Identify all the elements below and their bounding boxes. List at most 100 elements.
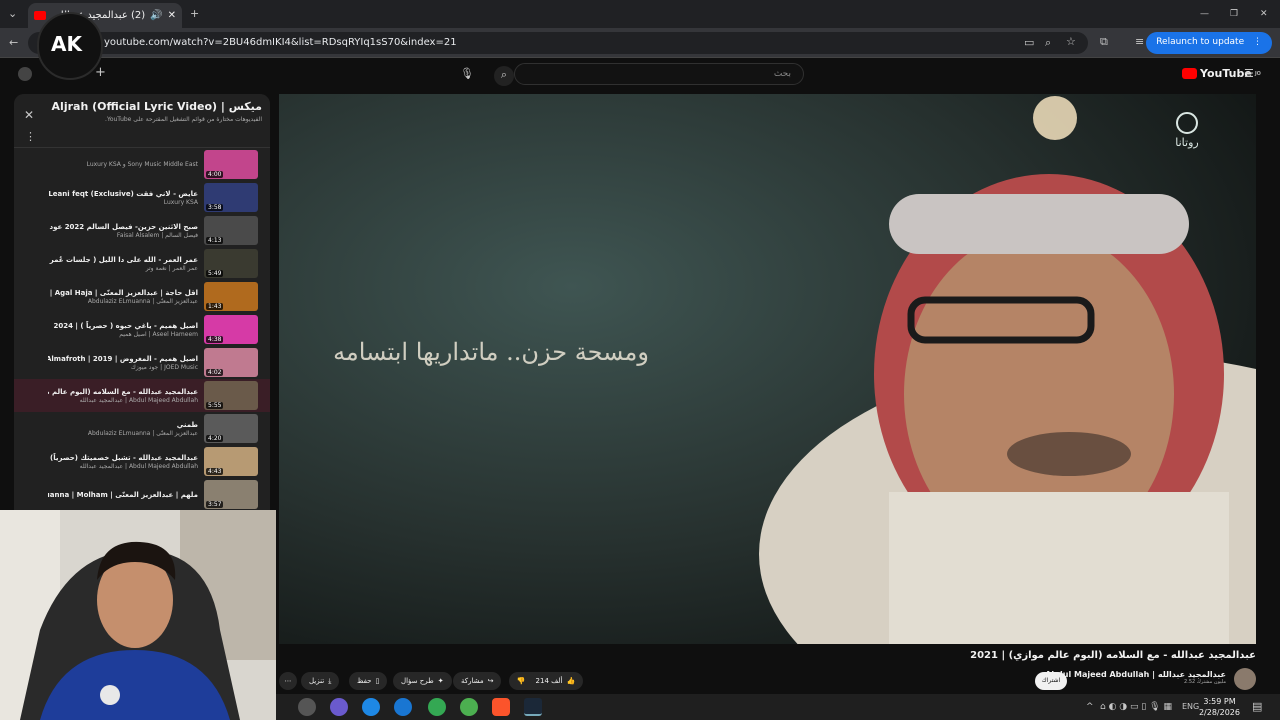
zoom-icon[interactable]: ⌕ [1045, 36, 1051, 50]
playlist-item[interactable]: عمر العمر - الله على دا الليل ( جلسات عُ… [14, 247, 270, 280]
playlist-item-thumbnail[interactable]: 4:13 [204, 216, 258, 245]
new-tab-icon[interactable]: + [190, 7, 199, 21]
playlist-item-title: عايض - لاني فقت Ayed - Leani feqt (Exclu… [48, 190, 198, 198]
microphone-icon[interactable]: 🎙 [460, 67, 474, 81]
playlist-item-thumbnail[interactable]: 4:38 [204, 315, 258, 344]
tray-icons[interactable]: ⌂ ◐ ◑ ▭ ▯ 🎙 ▦ [1100, 700, 1172, 714]
playlist-item-thumbnail[interactable]: 4:43 [204, 447, 258, 476]
playlist-item-duration: 4:13 [206, 237, 224, 244]
maximize-icon[interactable]: ❐ [1230, 7, 1238, 21]
app-icon-2[interactable] [330, 698, 348, 716]
search-input[interactable]: بحث [514, 63, 804, 85]
search-icon[interactable]: ⌕ [494, 66, 514, 86]
ask-button[interactable]: طرح سؤال ✦ [393, 672, 452, 690]
more-horizontal-icon: ⋯ [284, 677, 292, 685]
channel-info[interactable]: Abdul Majeed Abdullah | عبدالمجيد عبدالل… [1045, 670, 1226, 685]
clock[interactable]: 3:59 PM 2/28/2026 [1199, 696, 1240, 718]
save-button[interactable]: حفظ ▯ [349, 672, 388, 690]
playlist-item[interactable]: طمني عبدالعزيز المعنّى | Abdulaziz ELmuan… [14, 412, 270, 445]
url-bar[interactable]: youtube.com/watch?v=2BU46dmIKI4&list=RDs… [28, 32, 1088, 54]
playlist-item-meta: طمني عبدالعزيز المعنّى | Abdulaziz ELmuan… [48, 420, 204, 437]
save-label: حفظ [357, 677, 372, 685]
tab-search-icon[interactable]: ⌄ [8, 7, 17, 21]
playlist-item[interactable]: Sony Music Middle East و Luxury KSA 4:00 [14, 148, 270, 181]
app-icon-3[interactable] [362, 698, 380, 716]
window-close-icon[interactable]: ✕ [1260, 7, 1268, 21]
speaker-icon[interactable]: 🔊 [150, 10, 162, 21]
playlist-item[interactable]: اصيل هميم - المغروض | 2019 | Aseel Hamee… [14, 346, 270, 379]
screen: ⌄ (2) عبدالمجيد عبدالله 🔊 ✕ + — ❐ ✕ ← yo… [0, 0, 1280, 720]
account-avatar[interactable] [18, 67, 32, 81]
sparkle-icon: ✦ [437, 677, 444, 685]
playlist-item-channel: Aseel Hameem | اصيل هميم [119, 331, 198, 338]
playlist-item-meta: عبدالمجيد عبدالله - مع السلامه (البوم عا… [48, 387, 204, 404]
playlist-item-thumbnail[interactable]: 4:00 [204, 150, 258, 179]
playlist-item[interactable]: اصيل هميم - ياغي حبوه ( حصرياً ) | 2024 A… [14, 313, 270, 346]
playlist-menu-icon[interactable]: ⋮ [25, 130, 36, 144]
rotana-logo-text: روتانا [1175, 136, 1199, 149]
playlist-item[interactable]: اقل حاجة | عبدالعزيز المعنّى | Abdulaziz… [14, 280, 270, 313]
channel-name[interactable]: Abdul Majeed Abdullah | عبدالمجيد عبدالل… [1045, 670, 1226, 679]
playlist-item-duration: 3:57 [206, 501, 224, 508]
playlist-item-meta: عايض - لاني فقت Ayed - Leani feqt (Exclu… [48, 189, 204, 206]
playlist-item-thumbnail[interactable]: 5:55 [204, 381, 258, 410]
download-button[interactable]: تنزيل ⤓ [301, 672, 340, 690]
like-icon[interactable]: 👍 [566, 677, 575, 685]
playlist-item-thumbnail[interactable]: 4:02 [204, 348, 258, 377]
playlist-item[interactable]: عبدالمجيد عبدالله - تشبل خصميتك (حصرياً)… [14, 445, 270, 478]
save-icon: ▯ [375, 677, 380, 685]
channel-avatar[interactable] [1234, 668, 1256, 690]
playlist-item[interactable]: ملهم | عبدالعزيز المعنّى | Abdulaziz Elm… [14, 478, 270, 511]
reading-list-icon[interactable]: ≡ [1135, 35, 1144, 49]
chrome-icon-2[interactable] [460, 698, 478, 716]
tab-close-icon[interactable]: ✕ [168, 10, 176, 21]
hamburger-menu-icon[interactable]: ☰ [1244, 67, 1254, 81]
playlist-item-meta: Sony Music Middle East و Luxury KSA [48, 161, 204, 168]
playlist-item[interactable]: عبدالمجيد عبدالله - مع السلامه (البوم عا… [14, 379, 270, 412]
chrome-icon[interactable] [428, 698, 446, 716]
youtube-region: JO [1254, 70, 1261, 77]
ak-logo: AK [37, 12, 103, 80]
playlist-item-channel: عمر العمر | نغمة وتر [145, 265, 198, 272]
video-player[interactable]: ومسحة حزن.. ماتداريها ابتسامه روتانا [279, 94, 1256, 644]
playlist-panel: ✕ ⋮ ميكس | Ayed - Aljrah (Official Lyric… [14, 94, 270, 520]
playlist-item-meta: عبدالمجيد عبدالله - تشبل خصميتك (حصرياً)… [48, 453, 204, 470]
share-icon: ↪ [487, 677, 494, 685]
language-indicator[interactable]: ENG [1182, 700, 1199, 714]
brave-icon[interactable] [492, 698, 510, 716]
cast-icon[interactable]: ▭ [1024, 36, 1034, 50]
playlist-title: ميكس | Ayed - Aljrah (Official Lyric Vid… [50, 100, 262, 113]
extensions-icon[interactable]: ⧉ [1100, 35, 1108, 49]
playlist-item-thumbnail[interactable]: 1:43 [204, 282, 258, 311]
create-icon[interactable]: + [95, 66, 106, 80]
playlist-item[interactable]: عايض - لاني فقت Ayed - Leani feqt (Exclu… [14, 181, 270, 214]
playlist-items: Sony Music Middle East و Luxury KSA 4:00 ع… [14, 148, 270, 511]
playlist-item-duration: 3:58 [206, 204, 224, 211]
notifications-icon[interactable]: ▤ [1252, 700, 1262, 714]
playlist-item-channel: JOED Music | جود ميوزك [130, 364, 198, 371]
playlist-item-channel: Abdul Majeed Abdullah | عبدالمجيد عبدالل… [79, 463, 198, 470]
like-dislike-group: 👎 214 ألف 👍 [509, 672, 583, 690]
more-menu-icon[interactable]: ⋮ [1253, 37, 1262, 47]
more-actions-button[interactable]: ⋯ [279, 672, 297, 690]
steam-icon[interactable] [524, 698, 542, 716]
playlist-item-thumbnail[interactable]: 5:49 [204, 249, 258, 278]
bookmark-star-icon[interactable]: ☆ [1066, 35, 1076, 49]
back-icon[interactable]: ← [9, 36, 18, 50]
playlist-item-channel: عبدالعزيز المعنّى | Abdulaziz ELmuanna [87, 298, 198, 305]
playlist-item-thumbnail[interactable]: 3:57 [204, 480, 258, 509]
share-button[interactable]: مشاركة ↪ [453, 672, 502, 690]
playlist-close-icon[interactable]: ✕ [24, 108, 34, 122]
playlist-item-thumbnail[interactable]: 3:58 [204, 183, 258, 212]
dislike-icon[interactable]: 👎 [517, 677, 526, 685]
relaunch-button[interactable]: Relaunch to update ⋮ [1146, 32, 1272, 54]
playlist-item-thumbnail[interactable]: 4:20 [204, 414, 258, 443]
minimize-icon[interactable]: — [1200, 7, 1209, 21]
address-toolbar: ← youtube.com/watch?v=2BU46dmIKI4&list=R… [0, 28, 1280, 58]
playlist-subtitle: الفيديوهات مختارة من قوائم التشغيل المقت… [105, 116, 262, 123]
playlist-item-duration: 5:55 [206, 402, 224, 409]
app-icon-1[interactable] [298, 698, 316, 716]
tray-chevron-icon[interactable]: ^ [1086, 700, 1094, 714]
playlist-item[interactable]: صبح الاثنين حزين- فيصل السالم 2022 عود ج… [14, 214, 270, 247]
app-icon-4[interactable] [394, 698, 412, 716]
